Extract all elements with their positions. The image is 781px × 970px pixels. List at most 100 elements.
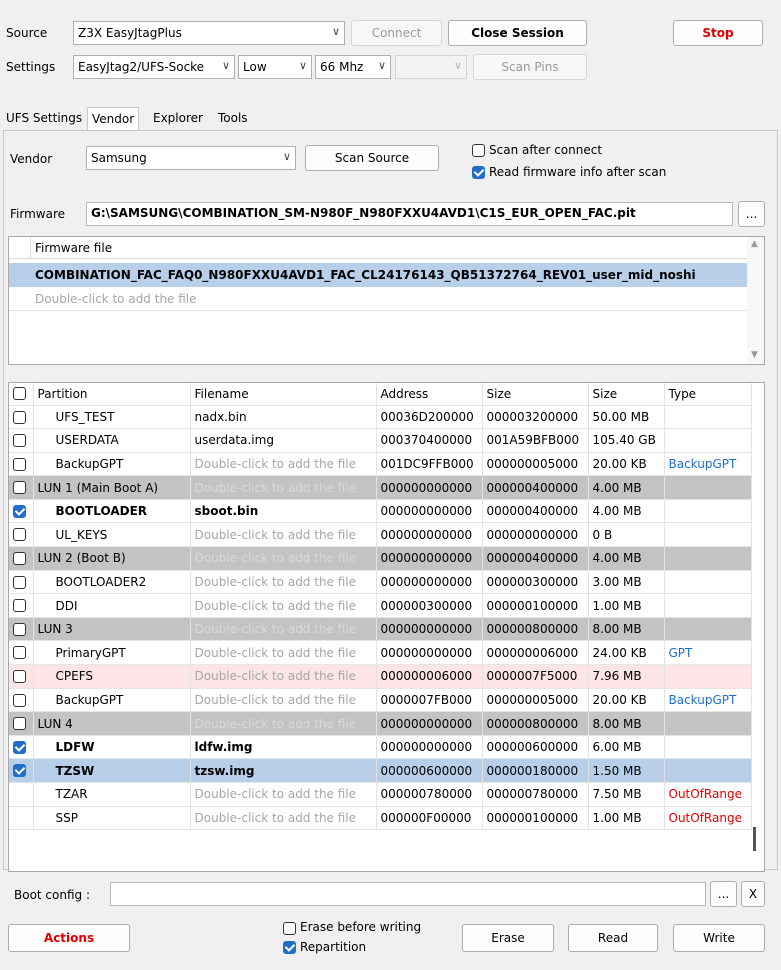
firmware-list-item[interactable]: COMBINATION_FAC_FAQ0_N980FXXU4AVD1_FAC_C… — [9, 263, 749, 287]
row-checkbox[interactable] — [13, 717, 26, 731]
partition-grid[interactable]: Partition Filename Address Size Size Typ… — [9, 383, 752, 831]
table-row[interactable]: UL_KEYS Double-click to add the file 00000… — [9, 522, 752, 548]
row-checkbox[interactable] — [13, 622, 26, 636]
scan-source-button[interactable]: Scan Source — [305, 145, 439, 171]
scroll-up-icon[interactable]: ▲ — [751, 239, 758, 249]
row-checkbox[interactable] — [13, 410, 26, 424]
column-filename[interactable]: Filename — [190, 383, 377, 406]
row-checkbox-cell[interactable] — [9, 758, 34, 783]
row-checkbox-cell[interactable] — [9, 806, 34, 831]
boot-config-clear-button[interactable]: X — [741, 881, 765, 907]
table-row[interactable]: LUN 2 (Boot B) Double-click to add the fi… — [9, 546, 752, 571]
partition-scrollbar-thumb[interactable] — [753, 827, 756, 851]
select-all-cell[interactable] — [9, 383, 34, 406]
filename-cell[interactable]: Double-click to add the file — [190, 664, 377, 689]
row-checkbox[interactable] — [13, 764, 26, 778]
row-checkbox[interactable] — [13, 693, 26, 707]
firmware-browse-button[interactable]: ... — [738, 201, 765, 227]
filename-cell[interactable]: Double-click to add the file — [190, 475, 377, 500]
vendor-select[interactable]: Samsung ∨ — [86, 146, 296, 170]
scroll-down-icon[interactable]: ▼ — [751, 350, 758, 360]
close-session-button[interactable]: Close Session — [448, 20, 587, 46]
filename-cell[interactable]: Double-click to add the file — [190, 640, 377, 666]
row-checkbox-cell[interactable] — [9, 617, 34, 642]
filename-cell[interactable]: ldfw.img — [190, 735, 377, 760]
filename-cell[interactable]: userdata.img — [190, 428, 377, 453]
filename-cell[interactable]: Double-click to add the file — [190, 570, 377, 595]
row-checkbox-cell[interactable] — [9, 452, 34, 477]
table-row[interactable]: SSP Double-click to add the file 000000F00… — [9, 806, 752, 831]
row-checkbox-cell[interactable] — [9, 711, 34, 736]
filename-cell[interactable]: sboot.bin — [190, 499, 377, 524]
table-row[interactable]: PrimaryGPT Double-click to add the file 00… — [9, 640, 752, 666]
row-checkbox[interactable] — [13, 599, 26, 613]
row-checkbox-cell[interactable] — [9, 546, 34, 571]
source-select[interactable]: Z3X EasyJtagPlus ∨ — [73, 21, 345, 45]
table-row[interactable]: LUN 3 Double-click to add the file 0000000… — [9, 617, 752, 642]
row-checkbox-cell[interactable] — [9, 428, 34, 453]
partition-table[interactable]: Partition Filename Address Size Size Typ… — [8, 382, 765, 872]
scan-after-connect-checkbox[interactable] — [472, 144, 485, 157]
row-checkbox-cell[interactable] — [9, 570, 34, 595]
row-checkbox-cell[interactable] — [9, 405, 34, 430]
table-row[interactable]: LUN 4 Double-click to add the file 0000000… — [9, 711, 752, 736]
table-row[interactable]: LDFW ldfw.img 000000000000 000000600000 6.00… — [9, 735, 752, 760]
connect-button[interactable]: Connect — [351, 20, 442, 46]
row-checkbox[interactable] — [13, 670, 26, 684]
table-row[interactable]: BackupGPT Double-click to add the file 000… — [9, 688, 752, 713]
row-checkbox[interactable] — [13, 434, 26, 448]
row-checkbox[interactable] — [13, 481, 26, 495]
row-checkbox[interactable] — [13, 457, 26, 471]
table-row[interactable]: TZSW tzsw.img 000000600000 000000180000 1.50… — [9, 758, 752, 783]
actions-button[interactable]: Actions — [8, 924, 130, 952]
filename-cell[interactable]: Double-click to add the file — [190, 593, 377, 618]
row-checkbox-cell[interactable] — [9, 475, 34, 500]
column-size-hex[interactable]: Size — [482, 383, 589, 406]
frequency-select[interactable]: 66 Mhz ∨ — [315, 55, 391, 79]
table-row[interactable]: UFS_TEST nadx.bin 00036D200000 000003200000… — [9, 405, 752, 430]
table-row[interactable]: LUN 1 (Main Boot A) Double-click to add t… — [9, 475, 752, 500]
column-size[interactable]: Size — [588, 383, 665, 406]
select-all-checkbox[interactable] — [13, 387, 26, 400]
scan-pins-button[interactable]: Scan Pins — [473, 54, 587, 80]
filename-cell[interactable]: Double-click to add the file — [190, 711, 377, 736]
filename-cell[interactable]: Double-click to add the file — [190, 452, 377, 477]
write-button[interactable]: Write — [673, 924, 765, 952]
row-checkbox[interactable] — [13, 504, 26, 518]
stop-button[interactable]: Stop — [673, 20, 763, 46]
tab-tools[interactable]: Tools — [214, 107, 252, 131]
column-partition[interactable]: Partition — [33, 383, 191, 406]
firmware-file-list[interactable]: Firmware file COMBINATION_FAC_FAQ0_N980F… — [8, 236, 765, 365]
erase-before-writing-checkbox[interactable] — [283, 922, 296, 935]
filename-cell[interactable]: Double-click to add the file — [190, 522, 377, 548]
row-checkbox[interactable] — [13, 575, 26, 589]
table-row[interactable]: BackupGPT Double-click to add the file 001… — [9, 452, 752, 477]
column-type[interactable]: Type — [664, 383, 752, 406]
table-row[interactable]: CPEFS Double-click to add the file 0000000… — [9, 664, 752, 689]
adapter-select[interactable]: EasyJtag2/UFS-Socke ∨ — [73, 55, 235, 79]
row-checkbox[interactable] — [13, 740, 26, 754]
boot-config-browse-button[interactable]: ... — [710, 881, 737, 907]
filename-cell[interactable]: Double-click to add the file — [190, 782, 377, 807]
filename-cell[interactable]: tzsw.img — [190, 758, 377, 783]
row-checkbox-cell[interactable] — [9, 735, 34, 760]
voltage-select[interactable]: ∨ — [395, 55, 467, 79]
table-row[interactable]: USERDATA userdata.img 000370400000 001A59BF… — [9, 428, 752, 453]
firmware-list-add-placeholder[interactable]: Double-click to add the file — [9, 287, 749, 311]
speed-mode-select[interactable]: Low ∨ — [238, 55, 312, 79]
row-checkbox[interactable] — [13, 646, 26, 660]
row-checkbox[interactable] — [13, 552, 26, 566]
filename-cell[interactable]: Double-click to add the file — [190, 617, 377, 642]
table-row[interactable]: TZAR Double-click to add the file 00000078… — [9, 782, 752, 807]
table-row[interactable]: BOOTLOADER2 Double-click to add the file 0… — [9, 570, 752, 595]
row-checkbox-cell[interactable] — [9, 499, 34, 524]
row-checkbox-cell[interactable] — [9, 688, 34, 713]
row-checkbox-cell[interactable] — [9, 522, 34, 548]
table-row[interactable]: DDI Double-click to add the file 000000300… — [9, 593, 752, 618]
read-button[interactable]: Read — [568, 924, 658, 952]
column-address[interactable]: Address — [376, 383, 483, 406]
filename-cell[interactable]: nadx.bin — [190, 405, 377, 430]
tab-ufs-settings[interactable]: UFS Settings — [2, 107, 86, 131]
tab-explorer[interactable]: Explorer — [149, 107, 207, 131]
tab-vendor[interactable]: Vendor — [87, 107, 140, 132]
